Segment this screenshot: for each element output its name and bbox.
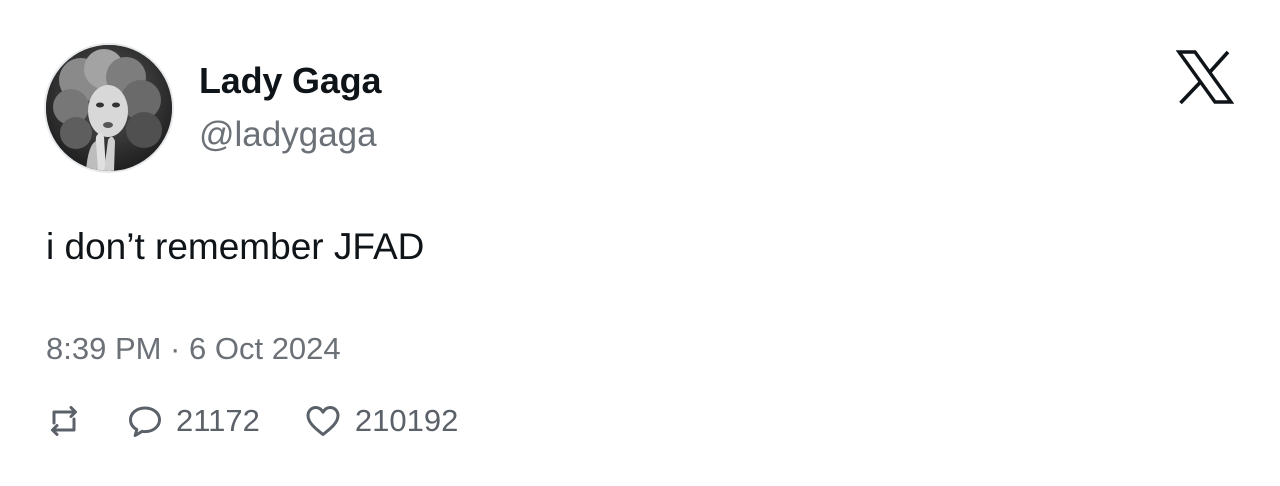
reply-icon (127, 403, 163, 439)
retweet-button[interactable] (46, 403, 82, 439)
tweet-timestamp[interactable]: 8:39 PM · 6 Oct 2024 (46, 331, 341, 367)
tweet-text: i don’t remember JFAD (46, 226, 425, 267)
reply-button[interactable]: 21172 (127, 403, 260, 439)
tweet-card: Lady Gaga @ladygaga i don’t remember JFA… (0, 0, 1280, 486)
like-count: 210192 (354, 403, 459, 438)
avatar-photo (46, 45, 172, 171)
display-name[interactable]: Lady Gaga (199, 60, 381, 102)
like-button[interactable]: 210192 (304, 403, 458, 439)
reply-count: 21172 (176, 403, 260, 438)
x-logo-icon[interactable] (1175, 50, 1235, 105)
heart-icon (304, 403, 342, 439)
action-bar: 21172 210192 (46, 399, 458, 443)
user-handle[interactable]: @ladygaga (199, 115, 377, 155)
avatar[interactable] (46, 45, 172, 171)
retweet-icon (46, 403, 82, 439)
